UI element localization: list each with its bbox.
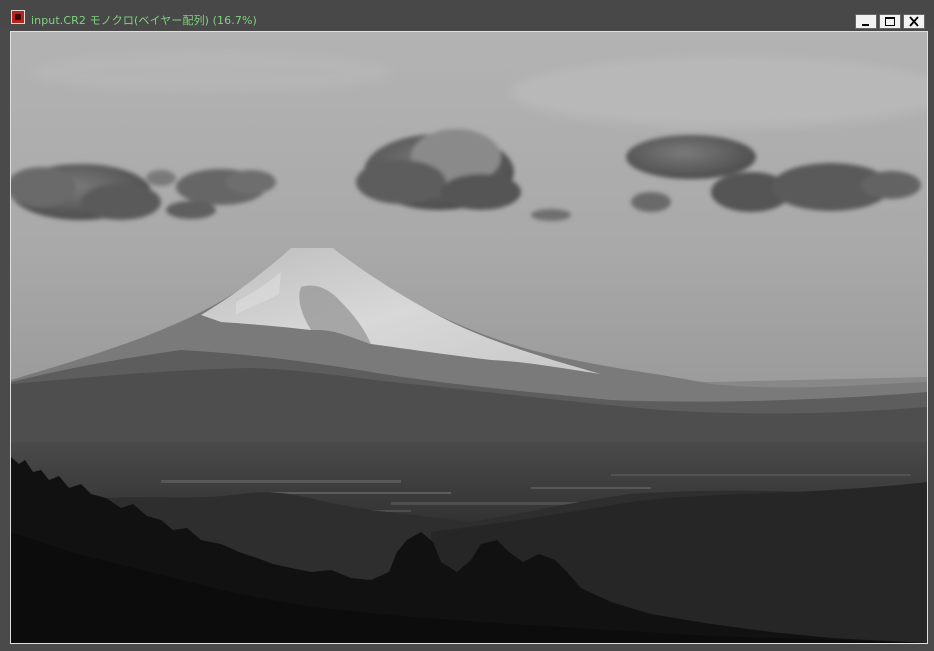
close-icon [909,16,919,27]
title-bar[interactable]: input.CR2 モノクロ(ベイヤー配列) (16.7%) [0,0,934,30]
photo-mountain [11,32,927,643]
image-canvas[interactable] [10,31,928,644]
maximize-button[interactable] [879,14,901,29]
maximize-icon [885,17,895,26]
close-button[interactable] [903,14,925,29]
minimize-icon [862,24,869,26]
minimize-button[interactable] [855,14,877,29]
image-window: input.CR2 モノクロ(ベイヤー配列) (16.7%) [0,0,934,651]
window-title: input.CR2 モノクロ(ベイヤー配列) (16.7%) [31,14,257,27]
app-icon[interactable] [11,10,25,24]
